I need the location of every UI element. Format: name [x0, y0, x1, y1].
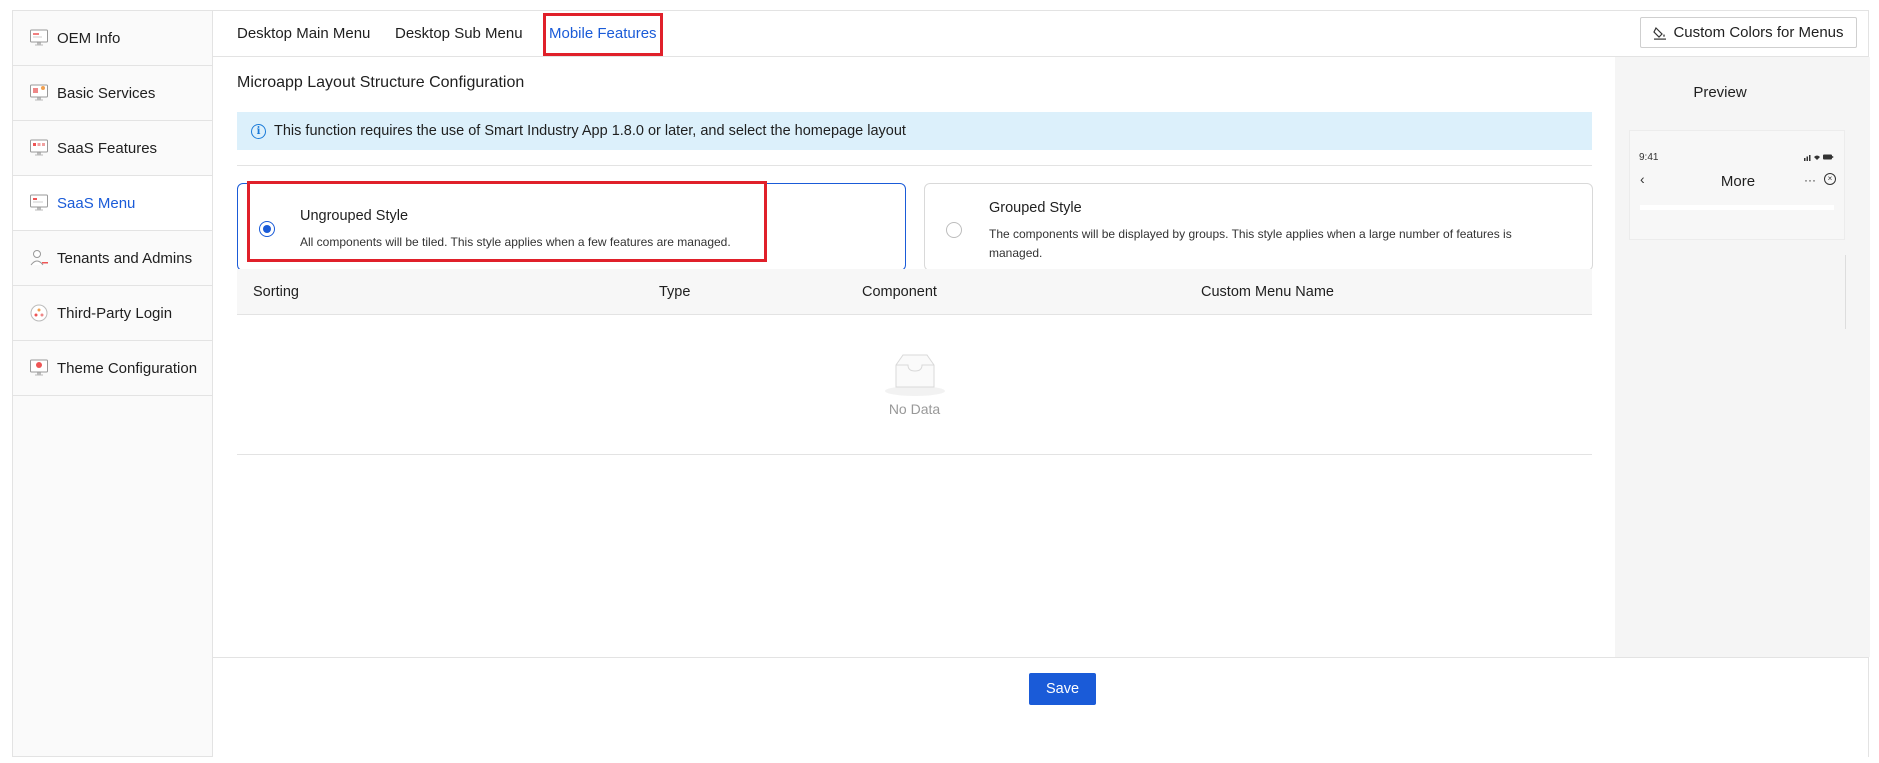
section-title: Microapp Layout Structure Configuration [237, 74, 525, 91]
components-table: Sorting Type Component Custom Menu Name … [237, 269, 1592, 455]
sidebar-item-oem-info[interactable]: OEM Info [13, 11, 212, 66]
monitor-icon [29, 28, 49, 48]
tab-bar: Desktop Main Menu Desktop Sub Menu Mobil… [213, 11, 1868, 57]
highlight-box [543, 13, 663, 56]
column-header-type: Type [659, 284, 691, 300]
phone-mockup: 9:41 ‹ More ··· × [1629, 130, 1845, 240]
save-button[interactable]: Save [1029, 673, 1096, 705]
ungrouped-style-description: All components will be tiled. This style… [300, 235, 731, 249]
preview-panel: Preview 9:41 ‹ More ··· × [1615, 57, 1870, 657]
empty-inbox-icon [884, 353, 946, 397]
footer: Save [213, 657, 1868, 758]
custom-colors-label: Custom Colors for Menus [1673, 24, 1844, 41]
sidebar-item-basic-services[interactable]: Basic Services [13, 66, 212, 121]
table-header: Sorting Type Component Custom Menu Name [237, 269, 1592, 315]
user-icon [29, 248, 49, 268]
grouped-style-card[interactable]: Grouped Style The components will be dis… [924, 183, 1593, 271]
phone-more-icon: ··· [1804, 173, 1816, 187]
sidebar-item-label: Basic Services [57, 84, 156, 102]
custom-colors-button[interactable]: Custom Colors for Menus [1640, 17, 1857, 48]
sidebar-item-label: Theme Configuration [57, 359, 198, 377]
phone-close-icon: × [1824, 173, 1836, 185]
sidebar-item-label: Tenants and Admins [57, 249, 193, 267]
ungrouped-style-radio[interactable] [259, 221, 275, 237]
paint-bucket-icon [1653, 26, 1667, 40]
monitor-services-icon [29, 83, 49, 103]
sidebar-item-label: SaaS Features [57, 139, 158, 157]
ungrouped-style-title: Ungrouped Style [300, 208, 409, 224]
preview-title: Preview [1693, 84, 1747, 101]
grouped-style-radio[interactable] [946, 222, 962, 238]
tab-desktop-main-menu[interactable]: Desktop Main Menu [237, 11, 370, 57]
sidebar-item-label: OEM Info [57, 29, 121, 47]
sidebar-item-tenants-and-admins[interactable]: Tenants and Admins [13, 231, 212, 286]
connect-icon [29, 303, 49, 323]
sidebar-item-theme-configuration[interactable]: Theme Configuration [13, 341, 212, 396]
app-frame: OEM Info Basic Services SaaS Features Sa… [12, 10, 1870, 758]
info-text: This function requires the use of Smart … [274, 123, 906, 139]
empty-text: No Data [888, 401, 941, 417]
main-content: Microapp Layout Structure Configuration … [213, 57, 1593, 657]
sidebar: OEM Info Basic Services SaaS Features Sa… [13, 11, 213, 756]
ungrouped-style-card[interactable]: Ungrouped Style All components will be t… [237, 183, 906, 271]
tab-desktop-sub-menu[interactable]: Desktop Sub Menu [395, 11, 523, 57]
monitor-menu-icon [29, 193, 49, 213]
info-banner: i This function requires the use of Smar… [237, 112, 1592, 150]
column-header-custom-menu-name: Custom Menu Name [1201, 284, 1334, 300]
sidebar-item-label: SaaS Menu [57, 194, 136, 212]
sidebar-item-saas-menu[interactable]: SaaS Menu [13, 176, 212, 231]
sidebar-item-label: Third-Party Login [57, 304, 173, 322]
grouped-style-description: The components will be displayed by grou… [989, 227, 1512, 260]
column-header-component: Component [862, 284, 937, 300]
sidebar-item-saas-features[interactable]: SaaS Features [13, 121, 212, 176]
empty-state: No Data [237, 353, 1592, 417]
signal-battery-icon [1804, 153, 1834, 163]
sidebar-item-third-party-login[interactable]: Third-Party Login [13, 286, 212, 341]
phone-time: 9:41 [1639, 152, 1659, 163]
column-header-sorting: Sorting [253, 284, 299, 300]
monitor-features-icon [29, 138, 49, 158]
grouped-style-title: Grouped Style [989, 200, 1082, 216]
phone-content-placeholder [1640, 205, 1834, 210]
divider [237, 165, 1592, 166]
preview-scrollbar[interactable] [1845, 255, 1846, 329]
info-icon: i [251, 123, 266, 139]
monitor-theme-icon [29, 358, 49, 378]
